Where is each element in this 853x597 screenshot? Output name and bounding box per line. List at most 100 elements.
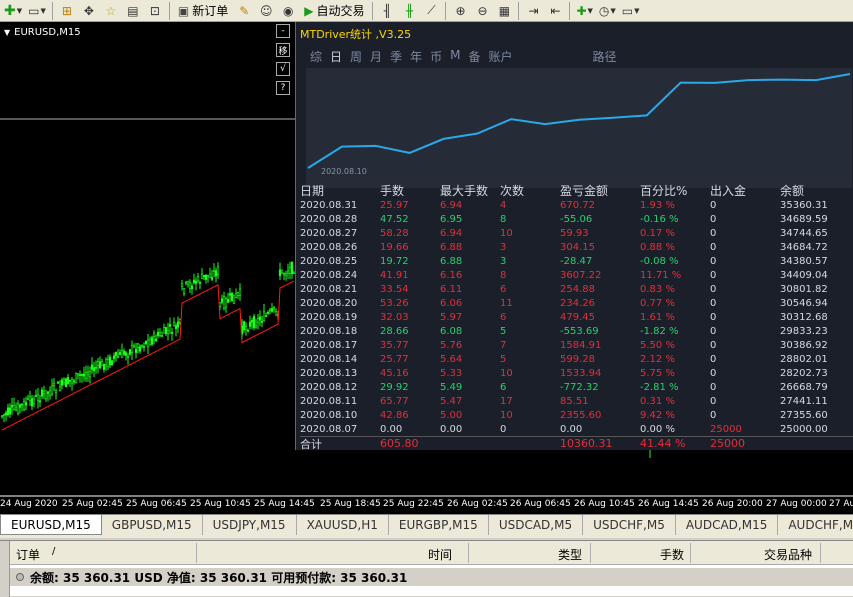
column-header: 出入金 (710, 182, 780, 199)
chart-tab[interactable]: USDCAD,M5 (489, 515, 583, 535)
table-cell-pct: 2.12 % (640, 354, 710, 365)
candle (145, 340, 147, 345)
chart-tab[interactable]: USDJPY,M15 (203, 515, 297, 535)
indicators-button[interactable]: ✚▼ (574, 1, 594, 21)
profiles-button[interactable]: ▭▼ (26, 1, 48, 21)
balance-row[interactable]: 余额: 35 360.31 USD 净值: 35 360.31 可用预付款: 3… (10, 568, 853, 586)
templates-button[interactable]: ▭▼ (620, 1, 642, 21)
crosshair-button[interactable]: ✥ (79, 1, 99, 21)
col-time[interactable]: 时间 (428, 546, 452, 563)
candle (279, 263, 281, 280)
tester-button[interactable]: ⊡ (145, 1, 165, 21)
table-cell-count: 6 (500, 312, 560, 323)
balance-text: 余额: 35 360.31 USD 净值: 35 360.31 可用预付款: 3… (30, 569, 407, 586)
column-header: 盈亏金额 (560, 182, 640, 199)
side-button[interactable]: ? (276, 81, 290, 95)
table-row: 2020.08.1735.775.7671584.915.50 %030386.… (300, 338, 853, 352)
chart-tab[interactable]: EURGBP,M15 (389, 515, 489, 535)
candle (273, 306, 275, 313)
periods-button[interactable]: ◷▼ (597, 1, 618, 21)
candle (65, 378, 67, 387)
stats-tab[interactable]: 日 (330, 48, 342, 65)
stats-tab[interactable]: 周 (350, 48, 362, 65)
navigator-button[interactable]: ▤ (123, 1, 143, 21)
bar-chart-button[interactable]: ╢ (377, 1, 397, 21)
col-sort-slash: / (52, 546, 55, 557)
chevron-down-icon: ▼ (588, 7, 593, 15)
line-chart-button[interactable]: ⟋ (421, 1, 441, 21)
table-cell-count: 10 (500, 228, 560, 239)
table-cell-pnl: 1533.94 (560, 368, 640, 379)
candle (151, 336, 153, 346)
tile-windows-button[interactable]: ▦ (494, 1, 514, 21)
table-cell-lots: 47.52 (380, 214, 440, 225)
stats-tab[interactable]: 季 (390, 48, 402, 65)
table-cell-io: 0 (710, 410, 780, 421)
new-order-button[interactable]: ▣新订单 (174, 1, 232, 21)
table-cell-max: 6.08 (440, 326, 500, 337)
autoscroll-button[interactable]: ⇥ (523, 1, 543, 21)
metaeditor-button[interactable]: ✎ (234, 1, 254, 21)
table-row: 2020.08.1932.035.976479.451.61 %030312.6… (300, 310, 853, 324)
side-button[interactable]: 移 (276, 43, 290, 57)
signals-button[interactable]: ☺ (256, 1, 276, 21)
stats-tab[interactable]: 币 (430, 48, 442, 65)
table-cell-pct: 0.00 % (640, 424, 710, 435)
chart-tab[interactable]: AUDCAD,M15 (676, 515, 779, 535)
stats-tab[interactable]: M (450, 48, 460, 65)
chart-tab[interactable]: AUDCHF,M (778, 515, 853, 535)
col-lots[interactable]: 手数 (660, 546, 684, 563)
zoom-out-button[interactable]: ⊖ (472, 1, 492, 21)
candle (255, 319, 257, 329)
stats-tab[interactable]: 综 (310, 48, 322, 65)
total-pnl: 10360.31 (560, 437, 640, 450)
candle (15, 402, 17, 411)
col-type[interactable]: 类型 (558, 546, 582, 563)
favorites-button[interactable]: ☆ (101, 1, 121, 21)
table-cell-lots: 29.92 (380, 382, 440, 393)
price-chart[interactable]: ▼ EURUSD,M15 -移√? MTDriver统计 ,V3.25 综日周月… (0, 22, 853, 514)
table-cell-bal: 28202.73 (780, 368, 853, 379)
table-cell-bal: 30801.82 (780, 284, 853, 295)
market-watch-button[interactable]: ⊞ (57, 1, 77, 21)
chart-tab[interactable]: XAUUSD,H1 (297, 515, 389, 535)
chart-tab[interactable]: EURUSD,M15 (0, 515, 102, 535)
crosshair-icon: ✥ (84, 4, 94, 18)
zoom-in-button[interactable]: ⊕ (450, 1, 470, 21)
side-button[interactable]: √ (276, 62, 290, 76)
chart-tab[interactable]: USDCHF,M5 (583, 515, 676, 535)
candle (185, 281, 187, 286)
auto-trading-label: 自动交易 (316, 2, 364, 19)
stats-tab[interactable]: 路径 (593, 48, 617, 65)
table-row: 2020.08.2519.726.883-28.47-0.08 %034380.… (300, 254, 853, 268)
table-cell-date: 2020.08.19 (300, 312, 380, 323)
chart-tab[interactable]: GBPUSD,M15 (102, 515, 203, 535)
stats-tab[interactable]: 月 (370, 48, 382, 65)
candle (101, 359, 103, 366)
candle (189, 279, 191, 293)
candle (259, 310, 261, 326)
table-cell-max: 6.94 (440, 200, 500, 211)
table-cell-io: 0 (710, 228, 780, 239)
chart-shift-button[interactable]: ⇤ (545, 1, 565, 21)
col-symbol[interactable]: 交易品种 (764, 546, 812, 563)
candle (223, 292, 225, 311)
table-cell-pnl: 2355.60 (560, 410, 640, 421)
new-chart-button[interactable]: ✚▼ (2, 1, 24, 21)
table-cell-count: 17 (500, 396, 560, 407)
column-header: 余额 (780, 182, 853, 199)
table-cell-pct: 1.93 % (640, 200, 710, 211)
table-cell-io: 0 (710, 298, 780, 309)
table-cell-bal: 27441.11 (780, 396, 853, 407)
candlestick-button[interactable]: ╫ (399, 1, 419, 21)
stats-tab[interactable]: 备 (468, 48, 480, 65)
stats-tab[interactable]: 年 (410, 48, 422, 65)
new-order-icon: ▣ (178, 4, 189, 18)
auto-trading-button[interactable]: ▶自动交易 (300, 1, 368, 21)
stats-tab[interactable]: 账户 (488, 48, 512, 65)
chart-symbol-title: ▼ EURUSD,M15 (4, 27, 81, 38)
side-button[interactable]: - (276, 24, 290, 38)
radio-button[interactable]: ◉ (278, 1, 298, 21)
table-cell-date: 2020.08.10 (300, 410, 380, 421)
col-order[interactable]: 订单 (16, 546, 40, 563)
